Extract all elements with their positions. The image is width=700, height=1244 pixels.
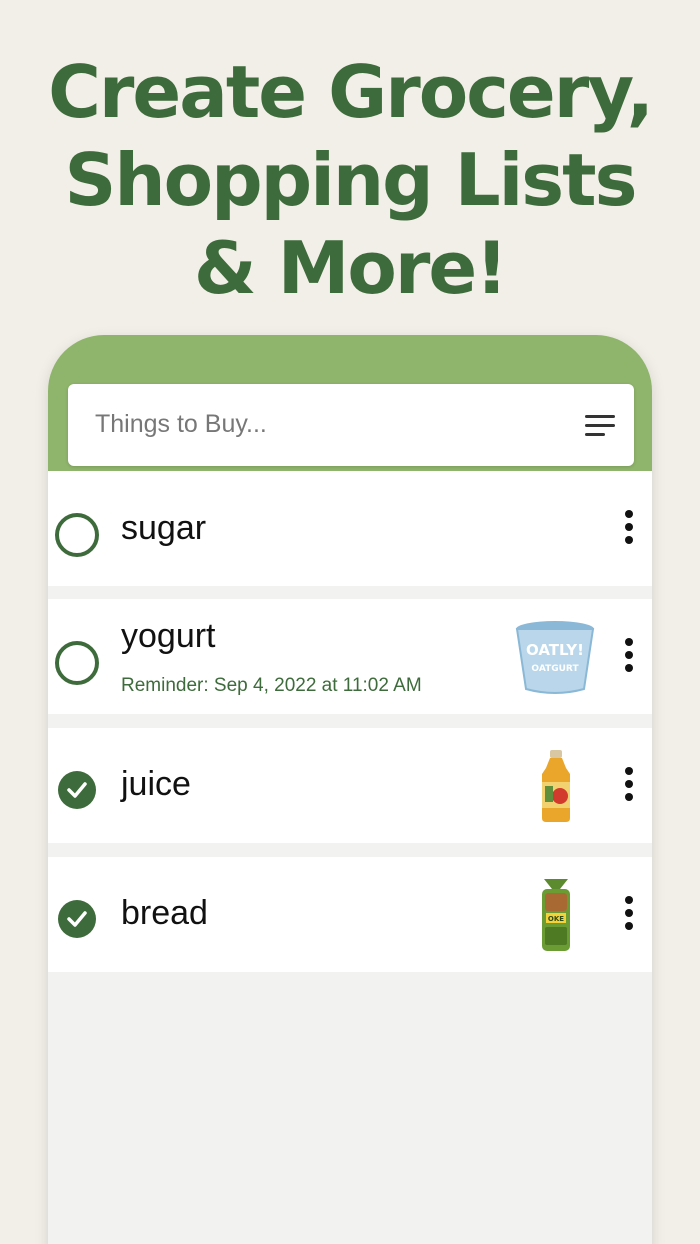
list-item-juice[interactable]: juice bbox=[48, 728, 652, 843]
bread-loaf-image: OKE bbox=[542, 879, 570, 951]
svg-text:OKE: OKE bbox=[548, 915, 564, 923]
unchecked-circle-icon[interactable] bbox=[55, 641, 99, 685]
item-name: yogurt bbox=[121, 617, 216, 655]
list-item-yogurt[interactable]: yogurt Reminder: Sep 4, 2022 at 11:02 AM… bbox=[48, 599, 652, 714]
checked-circle-icon[interactable] bbox=[58, 900, 96, 938]
more-options-icon[interactable] bbox=[621, 896, 637, 936]
search-bar[interactable]: Things to Buy... bbox=[68, 384, 634, 466]
menu-icon[interactable] bbox=[585, 415, 617, 437]
item-name: juice bbox=[121, 765, 191, 803]
more-options-icon[interactable] bbox=[621, 510, 637, 550]
list-item-bread[interactable]: bread OKE bbox=[48, 857, 652, 972]
yogurt-cup-image: OATLY! OATGURT bbox=[515, 621, 595, 694]
item-name: sugar bbox=[121, 509, 207, 547]
more-options-icon[interactable] bbox=[621, 638, 637, 678]
search-input[interactable]: Things to Buy... bbox=[95, 410, 267, 439]
unchecked-circle-icon[interactable] bbox=[55, 513, 99, 557]
headline: Create Grocery, Shopping Lists & More! bbox=[0, 48, 700, 312]
headline-line-1: Create Grocery, bbox=[48, 50, 654, 134]
headline-line-2: Shopping Lists bbox=[64, 138, 638, 222]
juice-bottle-image bbox=[542, 750, 570, 822]
svg-text:OATLY!: OATLY! bbox=[526, 641, 584, 659]
svg-text:OATGURT: OATGURT bbox=[531, 664, 579, 674]
more-options-icon[interactable] bbox=[621, 767, 637, 807]
checked-circle-icon[interactable] bbox=[58, 771, 96, 809]
list-item-sugar[interactable]: sugar bbox=[48, 471, 652, 586]
item-name: bread bbox=[121, 894, 208, 932]
reminder-text: Reminder: Sep 4, 2022 at 11:02 AM bbox=[121, 675, 422, 696]
headline-line-3: & More! bbox=[193, 226, 508, 310]
phone-screen: Things to Buy... sugar yogurt Reminder: … bbox=[48, 335, 652, 1244]
